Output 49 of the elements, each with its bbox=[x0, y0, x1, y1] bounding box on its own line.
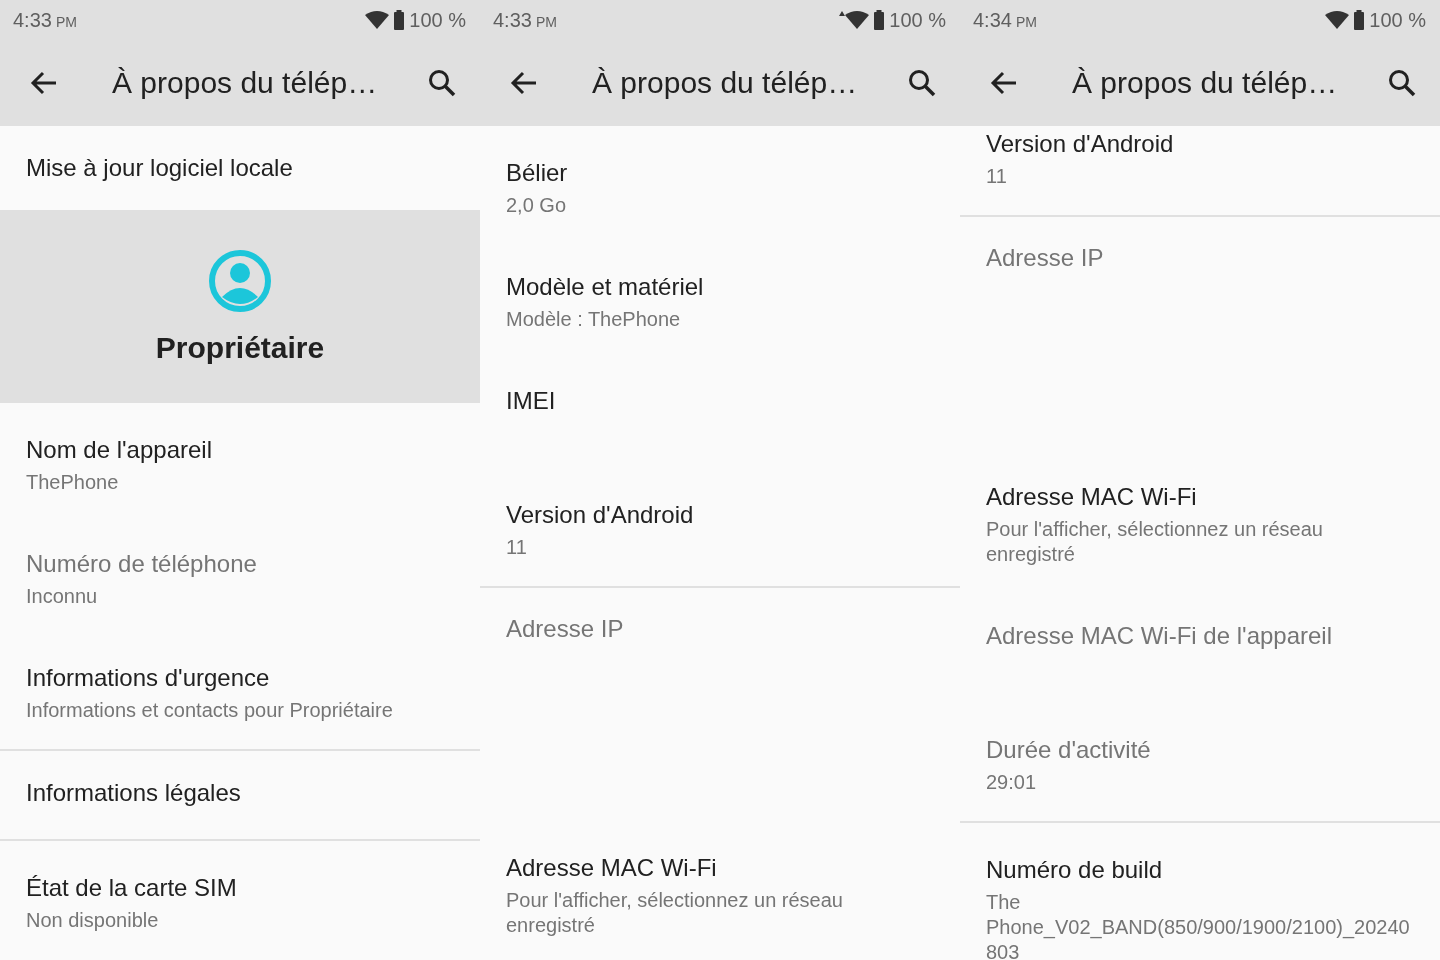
battery-icon bbox=[1353, 10, 1366, 30]
list-item[interactable]: Informations légales bbox=[26, 779, 241, 807]
battery-icon bbox=[873, 10, 886, 30]
profile-name: Propriétaire bbox=[155, 330, 325, 365]
screen-title: À propos du télép… bbox=[1072, 66, 1339, 100]
account-circle-icon bbox=[208, 248, 272, 313]
status-ampm: PM bbox=[1015, 13, 1037, 30]
battery-icon bbox=[393, 10, 406, 30]
item-summary: 29:01 bbox=[986, 770, 1038, 795]
item-summary: 2,0 Go bbox=[506, 193, 568, 218]
status-time: 4:33 bbox=[493, 8, 532, 32]
item-summary: 11 bbox=[506, 535, 528, 560]
list-item[interactable]: Numéro de build bbox=[986, 856, 1163, 884]
list-item[interactable]: Bélier bbox=[506, 159, 568, 187]
search-icon bbox=[1387, 68, 1417, 98]
item-summary: Pour l'afficher, sélectionnez un réseau enregistré bbox=[506, 888, 844, 938]
screen-title: À propos du télép… bbox=[592, 66, 859, 100]
back-arrow-icon bbox=[510, 69, 538, 97]
status-time: 4:34 bbox=[973, 8, 1012, 32]
status-time: 4:33 bbox=[13, 8, 52, 32]
search-icon bbox=[907, 68, 937, 98]
item-summary: ThePhone bbox=[26, 470, 120, 495]
item-summary: The Phone_V02_BAND(850/900/1900/2100)_20240803 bbox=[986, 890, 1411, 960]
item-summary: Modèle : ThePhone bbox=[506, 307, 682, 332]
battery-level: 100 % bbox=[409, 8, 466, 32]
status-ampm: PM bbox=[535, 13, 557, 30]
list-item[interactable]: Adresse MAC Wi-Fi bbox=[986, 483, 1197, 511]
list-item[interactable]: État de la carte SIM bbox=[26, 874, 237, 902]
list-item[interactable]: Modèle et matériel bbox=[506, 273, 704, 301]
item-summary: Non disponible bbox=[26, 908, 160, 933]
item-summary: 11 bbox=[986, 164, 1008, 189]
back-arrow-icon bbox=[990, 69, 1018, 97]
status-ampm: PM bbox=[55, 13, 77, 30]
profile-header[interactable]: Propriétaire bbox=[0, 210, 480, 403]
back-arrow-icon bbox=[30, 69, 58, 97]
search-icon bbox=[427, 68, 457, 98]
item-summary: Pour l'afficher, sélectionnez un réseau enregistré bbox=[986, 517, 1324, 567]
battery-level: 100 % bbox=[1369, 8, 1426, 32]
list-item[interactable]: Version d'Android bbox=[986, 130, 1174, 158]
list-item[interactable]: Adresse MAC Wi-Fi bbox=[506, 854, 717, 882]
screen-title: À propos du télép… bbox=[112, 66, 379, 100]
list-item[interactable]: Informations d'urgence bbox=[26, 664, 270, 692]
item-summary: Informations et contacts pour Propriétaire bbox=[26, 698, 394, 723]
list-item[interactable]: IMEI bbox=[506, 387, 556, 415]
item-summary: Inconnu bbox=[26, 584, 99, 609]
list-item[interactable]: Nom de l'appareil bbox=[26, 436, 212, 464]
battery-level: 100 % bbox=[889, 8, 946, 32]
list-item[interactable]: Mise à jour logiciel locale bbox=[26, 154, 293, 182]
list-item[interactable]: Version d'Android bbox=[506, 501, 694, 529]
